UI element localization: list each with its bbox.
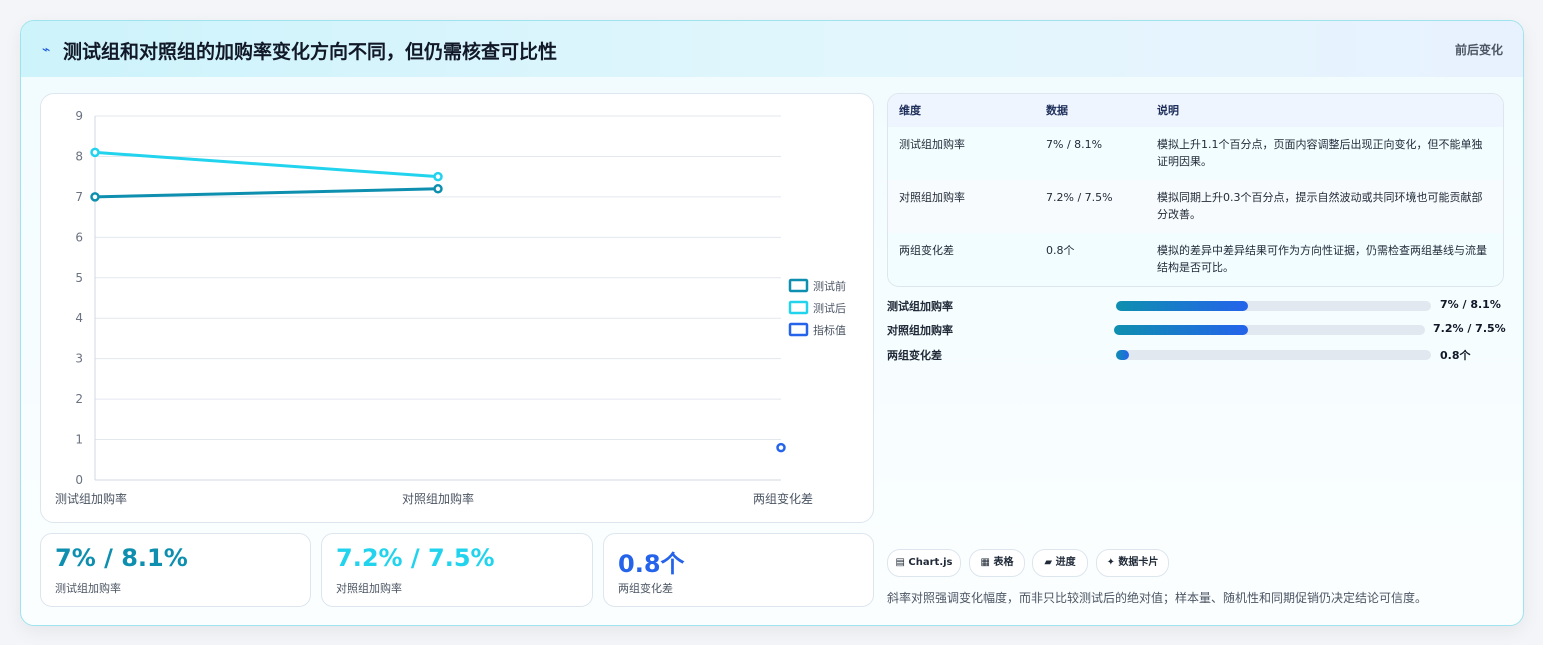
table-cell-note: 模拟同期上升0.3个百分点，提示自然波动或共同环境也可能贡献部分改善。 <box>1157 191 1483 221</box>
progress-label: 两组变化差 <box>887 349 942 362</box>
tag-data-card[interactable]: ✦ 数据卡片 <box>1096 549 1169 577</box>
progress-track <box>1114 325 1425 335</box>
tag-progress[interactable]: ▰ 进度 <box>1032 549 1088 577</box>
data-point <box>776 442 786 453</box>
kpi-value: 7% / 8.1% <box>55 544 188 572</box>
x-tick-label: 测试组加购率 <box>55 491 127 506</box>
x-tick-label: 两组变化差 <box>753 491 813 506</box>
data-point <box>433 184 443 194</box>
page-title: 测试组和对照组的加购率变化方向不同，但仍需核查可比性 <box>63 41 558 63</box>
progress-value: 0.8个 <box>1440 349 1471 362</box>
progress-label: 对照组加购率 <box>887 324 953 337</box>
table-cell-data: 7.2% / 7.5% <box>1046 191 1113 204</box>
y-tick-label: 7 <box>75 190 83 204</box>
y-tick-label: 0 <box>75 473 83 487</box>
progress-fill <box>1116 350 1129 360</box>
table-cell-dimension: 测试组加购率 <box>899 138 965 151</box>
y-tick-label: 2 <box>75 392 83 406</box>
table-cell-dimension: 对照组加购率 <box>899 191 965 204</box>
footnote-text: 斜率对照强调变化幅度，而非只比较测试后的绝对值；样本量、随机性和同期促销仍决定结… <box>887 591 1428 605</box>
y-tick-label: 3 <box>75 352 83 366</box>
kpi-label: 测试组加购率 <box>55 582 121 595</box>
table-row: 测试组加购率 7% / 8.1% 模拟上升1.1个百分点，页面内容调整后出现正向… <box>888 127 1503 181</box>
kpi-value: 7.2% / 7.5% <box>336 544 495 572</box>
progress-track <box>1116 301 1431 311</box>
table-cell-data: 0.8个 <box>1046 244 1075 257</box>
table-header-cell: 数据 <box>1046 104 1068 117</box>
table-row: 对照组加购率 7.2% / 7.5% 模拟同期上升0.3个百分点，提示自然波动或… <box>888 180 1503 234</box>
progress-value: 7% / 8.1% <box>1440 298 1501 311</box>
y-tick-label: 5 <box>75 271 83 285</box>
y-tick-label: 6 <box>75 230 83 244</box>
table-cell-note: 模拟的差异中差异结果可作为方向性证据，仍需检查两组基线与流量结构是否可比。 <box>1157 244 1487 274</box>
table-cell-data: 7% / 8.1% <box>1046 138 1103 151</box>
series-line <box>94 187 439 199</box>
progress-row-diff: 两组变化差 0.8个 <box>887 345 1507 365</box>
tag-table[interactable]: ▦ 表格 <box>969 549 1025 577</box>
progress-row-control: 对照组加购率 7.2% / 7.5% <box>887 320 1507 340</box>
y-tick-label: 4 <box>75 311 83 325</box>
slope-chart: 0 1 2 3 4 5 6 7 8 9 测试组加购率 对照组加购率 两组变化差 测试前测试后指标值 <box>55 109 846 506</box>
table-cell-note: 模拟上升1.1个百分点，页面内容调整后出现正向变化，但不能单独证明因果。 <box>1157 138 1483 168</box>
tag-chartjs[interactable]: ▤ Chart.js <box>887 549 961 577</box>
table-cell-dimension: 两组变化差 <box>899 244 954 257</box>
y-tick-label: 8 <box>75 149 83 163</box>
change-badge: 前后变化 <box>1454 43 1503 57</box>
legend-label: 指标值 <box>813 323 846 337</box>
y-tick-label: 9 <box>75 109 83 123</box>
legend-label: 测试后 <box>813 302 846 315</box>
progress-value: 7.2% / 7.5% <box>1433 322 1506 335</box>
progress-track <box>1116 350 1431 360</box>
data-point <box>433 171 443 182</box>
progress-row-test: 测试组加购率 7% / 8.1% <box>887 296 1507 316</box>
legend-swatch <box>788 322 809 337</box>
kpi-label: 两组变化差 <box>618 582 673 595</box>
chart-container: 0 1 2 3 4 5 6 7 8 9 测试组加购率 对照组加购率 两组变化差 测试前测试后指标值 <box>40 93 874 523</box>
y-tick-label: 1 <box>75 433 83 447</box>
table-header-cell: 维度 <box>899 104 921 117</box>
kpi-card-control: 7.2% / 7.5% 对照组加购率 <box>321 533 593 607</box>
kpi-value: 0.8个 <box>618 550 685 578</box>
data-point <box>90 192 100 202</box>
progress-fill <box>1114 325 1248 335</box>
legend-label: 测试前 <box>813 279 846 293</box>
panel-header: ⌁ 测试组和对照组的加购率变化方向不同，但仍需核查可比性 前后变化 <box>21 21 1523 77</box>
table-row: 两组变化差 0.8个 模拟的差异中差异结果可作为方向性证据，仍需检查两组基线与流… <box>888 233 1503 286</box>
progress-fill <box>1116 301 1249 311</box>
panel-card: ⌁ 测试组和对照组的加购率变化方向不同，但仍需核查可比性 前后变化 0 1 2 3 4 5… <box>20 20 1524 626</box>
kpi-label: 对照组加购率 <box>336 582 402 595</box>
data-point <box>90 147 100 158</box>
table-header-row: 维度 数据 说明 <box>888 94 1503 128</box>
data-table: 维度 数据 说明 测试组加购率 7% / 8.1% 模拟上升1.1个百分点，页面… <box>887 93 1504 287</box>
x-tick-label: 对照组加购率 <box>402 491 474 506</box>
kpi-card-diff: 0.8个 两组变化差 <box>603 533 874 607</box>
legend-swatch <box>788 300 809 315</box>
kpi-card-test: 7% / 8.1% 测试组加购率 <box>40 533 311 607</box>
table-header-cell: 说明 <box>1157 104 1179 117</box>
pulse-icon: ⌁ <box>42 42 51 58</box>
progress-label: 测试组加购率 <box>887 300 953 313</box>
legend-swatch <box>788 278 809 293</box>
